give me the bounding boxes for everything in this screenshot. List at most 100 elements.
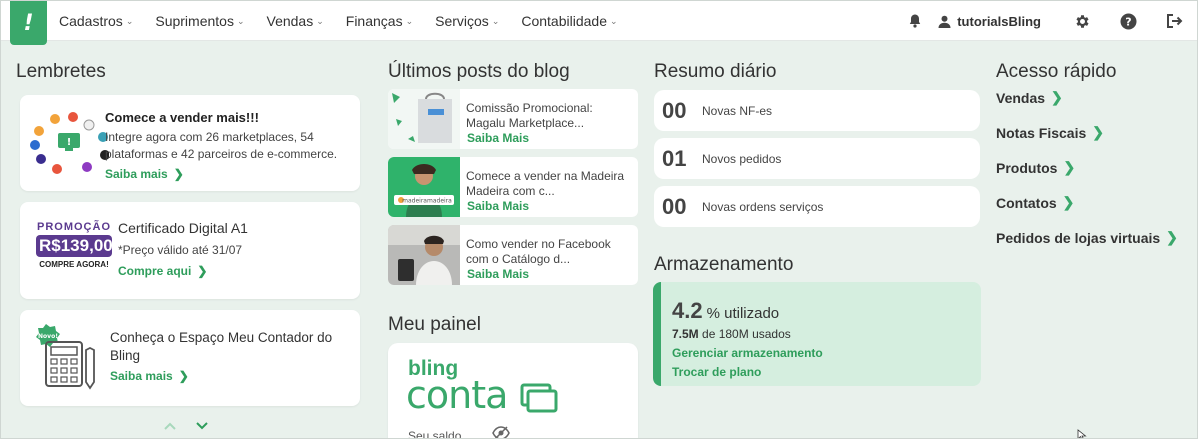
reminder-title: Comece a vender mais!!!	[105, 110, 259, 125]
menu-suprimentos[interactable]: Suprimentos ⌄	[155, 13, 244, 29]
help-question-icon[interactable]: ?	[1105, 1, 1151, 41]
saiba-mais-link[interactable]: Saiba Mais	[467, 199, 529, 213]
quick-link-label: Pedidos de lojas virtuais	[996, 229, 1161, 246]
blog-title: Últimos posts do blog	[388, 61, 570, 82]
post-title: Comissão Promocional: Magalu Marketplace…	[466, 101, 593, 130]
chevron-down-icon: ⌄	[609, 15, 618, 26]
saldo-label: Seu saldo	[408, 429, 462, 439]
chevron-right-icon: ❯	[173, 167, 184, 181]
bling-logo[interactable]: !	[10, 1, 47, 45]
logout-icon[interactable]	[1151, 1, 1197, 41]
chevron-down-icon: ⌄	[491, 15, 500, 26]
saiba-mais-link[interactable]: Saiba mais ❯	[105, 167, 184, 181]
menu-contabilidade[interactable]: Contabilidade ⌄	[521, 13, 617, 29]
storage-total: de 180M usados	[702, 327, 791, 341]
quick-link-label: Contatos	[996, 194, 1057, 211]
quick-link-label: Notas Fiscais	[996, 124, 1087, 141]
reminder-text: Integre agora com 26 marketplaces, 54 pl…	[105, 130, 338, 161]
reminder-title: Conheça o Espaço Meu Contador do Bling	[110, 330, 333, 363]
quick-link-label: Vendas	[996, 89, 1046, 106]
bling-conta-brand-big: conta	[406, 373, 508, 417]
resumo-value: 01	[662, 145, 687, 171]
resumo-title: Resumo diário	[654, 61, 777, 82]
mouse-cursor-icon	[1077, 429, 1087, 438]
menu-label: Finanças	[345, 13, 403, 29]
menu-financas[interactable]: Finanças ⌄	[346, 13, 413, 29]
user-icon	[938, 15, 951, 28]
new-badge: Novo!	[38, 333, 58, 340]
blog-thumbnail-facebook	[388, 225, 460, 285]
reminder-card-certificado: PROMOÇÃO R$139,00 COMPRE AGORA! Certific…	[20, 202, 360, 299]
menu-vendas[interactable]: Vendas ⌄	[267, 13, 324, 29]
thumb-badge: madeiramadeira	[402, 198, 452, 205]
quick-link-produtos[interactable]: Produtos ❯	[996, 159, 1075, 176]
bling-conta-card[interactable]: bling conta Seu saldo	[388, 343, 638, 439]
main-menu: Cadastros ⌄ Suprimentos ⌄ Vendas ⌄ Finanças…	[59, 1, 640, 41]
quick-link-vendas[interactable]: Vendas ❯	[996, 89, 1063, 106]
link-label: Compre aqui	[118, 264, 192, 278]
painel-title: Meu painel	[388, 314, 481, 335]
settings-gear-icon[interactable]	[1059, 1, 1105, 41]
logo-glyph: !	[23, 10, 34, 36]
svg-text:?: ?	[1125, 15, 1131, 28]
storage-title: Armazenamento	[654, 254, 794, 275]
reminder-title: Certificado Digital A1	[118, 220, 248, 236]
quick-link-label: Produtos	[996, 159, 1058, 176]
promo-label: PROMOÇÃO	[37, 221, 111, 233]
blog-post[interactable]: madeiramadeira Comece a vender na Madeir…	[388, 157, 638, 217]
saiba-mais-link[interactable]: Saiba Mais	[467, 131, 529, 145]
resumo-label: Novas NF-es	[702, 103, 773, 118]
eye-slash-icon[interactable]	[492, 426, 510, 439]
compre-aqui-link[interactable]: Compre aqui ❯	[118, 264, 207, 278]
menu-label: Serviços	[435, 13, 489, 29]
link-label: Saiba mais	[110, 369, 173, 383]
saiba-mais-link[interactable]: Saiba mais ❯	[110, 369, 189, 383]
resumo-label: Novas ordens serviços	[702, 199, 824, 214]
resumo-nfes[interactable]: 00 Novas NF-es	[654, 90, 980, 131]
storage-percent-suffix: % utilizado	[706, 305, 780, 322]
chevron-right-icon: ❯	[1063, 159, 1076, 175]
calculator-illustration-icon: Novo!	[36, 324, 95, 390]
header-actions: tutorialsBling ?	[892, 1, 1197, 41]
lembretes-pager	[163, 421, 209, 431]
resumo-value: 00	[662, 193, 687, 219]
chevron-right-icon: ❯	[178, 369, 189, 383]
chevron-down-icon[interactable]	[195, 421, 209, 431]
chevron-right-icon: ❯	[1062, 194, 1075, 210]
quick-link-pedidos-lojas-virtuais[interactable]: Pedidos de lojas virtuais ❯	[996, 229, 1178, 246]
chevron-down-icon: ⌄	[236, 15, 245, 26]
menu-cadastros[interactable]: Cadastros ⌄	[59, 13, 133, 29]
blog-post[interactable]: Comissão Promocional: Magalu Marketplace…	[388, 89, 638, 149]
promo-price: R$139,00	[36, 235, 113, 257]
change-plan-link[interactable]: Trocar de plano	[672, 365, 761, 379]
resumo-pedidos[interactable]: 01 Novos pedidos	[654, 138, 980, 179]
acesso-rapido-title: Acesso rápido	[996, 61, 1117, 82]
app-frame: ! Cadastros ⌄ Suprimentos ⌄ Vendas ⌄ Finanç…	[0, 0, 1198, 439]
post-title: Como vender no Facebook com o Catálogo d…	[466, 237, 611, 266]
chevron-up-icon[interactable]	[163, 421, 177, 431]
quick-link-notas-fiscais[interactable]: Notas Fiscais ❯	[996, 124, 1104, 141]
menu-label: Cadastros	[59, 13, 123, 29]
saiba-mais-link[interactable]: Saiba Mais	[467, 267, 529, 281]
cards-stack-icon	[520, 383, 558, 413]
post-title: Comece a vender na Madeira Madeira com c…	[466, 169, 625, 198]
lembretes-title: Lembretes	[16, 61, 106, 82]
reminder-card-marketplaces: ! Comece a vender mais!!! Integre agora …	[20, 95, 360, 191]
link-label: Saiba mais	[105, 167, 168, 181]
user-name: tutorialsBling	[957, 13, 1041, 29]
notifications-bell-icon[interactable]	[892, 1, 938, 41]
menu-label: Vendas	[266, 13, 314, 29]
chevron-right-icon: ❯	[1051, 89, 1063, 105]
top-navbar: ! Cadastros ⌄ Suprimentos ⌄ Vendas ⌄ Finanç…	[1, 1, 1197, 45]
menu-servicos[interactable]: Serviços ⌄	[435, 13, 499, 29]
reminder-card-meu-contador: Novo! Conheça o Espaço Meu Contador do B…	[20, 310, 360, 406]
user-menu[interactable]: tutorialsBling	[938, 14, 1041, 29]
blog-post[interactable]: Como vender no Facebook com o Catálogo d…	[388, 225, 638, 285]
resumo-ordens-servicos[interactable]: 00 Novas ordens serviços	[654, 186, 980, 227]
manage-storage-link[interactable]: Gerenciar armazenamento	[672, 346, 823, 360]
storage-card: 4.2 % utilizado 7.5M de 180M usados Gere…	[653, 282, 981, 386]
quick-link-contatos[interactable]: Contatos ❯	[996, 194, 1074, 211]
promo-badge: PROMOÇÃO R$139,00 COMPRE AGORA!	[34, 221, 114, 269]
resumo-value: 00	[662, 97, 687, 123]
chevron-down-icon: ⌄	[125, 15, 134, 26]
